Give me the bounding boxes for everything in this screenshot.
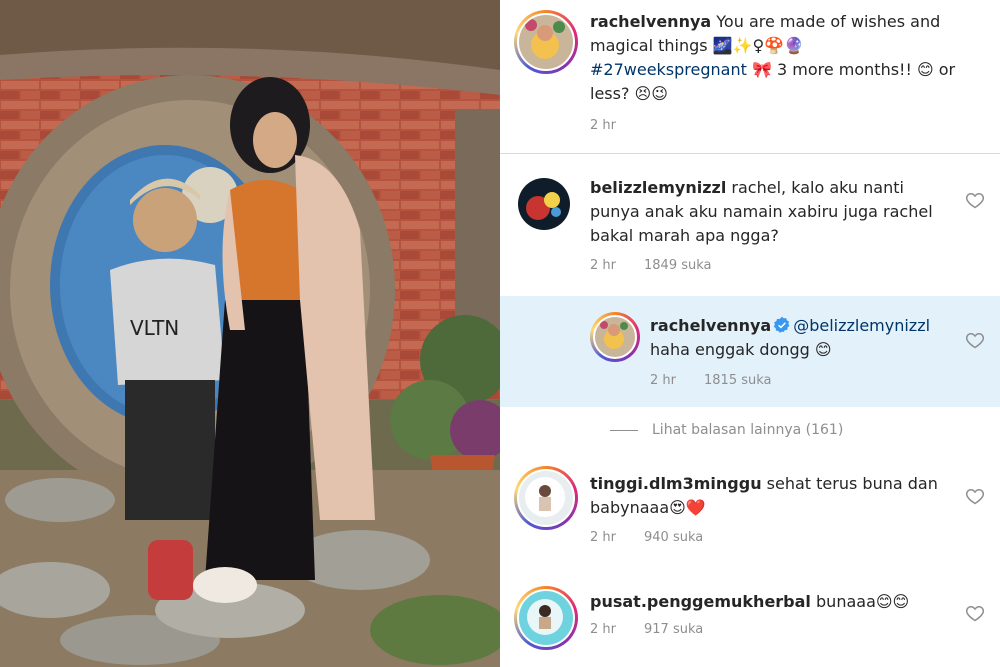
like-heart-icon[interactable] xyxy=(965,190,985,210)
caption-text-4: less? 😣😉 xyxy=(590,84,668,103)
avatar-image xyxy=(600,321,628,349)
post-caption: rachelvennya You are made of wishes and … xyxy=(590,10,980,106)
reply-text: haha enggak dongg 😊 xyxy=(650,340,832,359)
view-more-replies[interactable]: Lihat balasan lainnya (161) xyxy=(610,422,843,438)
view-more-label[interactable]: Lihat balasan lainnya (161) xyxy=(652,422,843,438)
comment-body: tinggi.dlm3minggu sehat terus buna dan b… xyxy=(590,472,975,520)
reply-meta: 2 hr 1815 suka xyxy=(650,373,800,388)
divider xyxy=(500,153,1000,154)
reply-mention[interactable]: @belizzlemynizzl xyxy=(793,316,930,335)
reply-body: rachelvennya @belizzlemynizzl haha enggak… xyxy=(650,314,970,362)
like-heart-icon[interactable] xyxy=(965,330,985,350)
comment-username[interactable]: belizzlemynizzl xyxy=(590,178,726,197)
author-avatar[interactable] xyxy=(514,10,578,74)
hashtag-link[interactable]: #27weekspregnant xyxy=(590,60,747,79)
comment-text: bakal marah apa ngga? xyxy=(590,226,779,245)
avatar-image xyxy=(525,19,565,59)
caption-time[interactable]: 2 hr xyxy=(590,118,616,133)
avatar-image xyxy=(525,477,565,517)
comment-time[interactable]: 2 hr xyxy=(590,258,616,273)
more-line xyxy=(610,429,638,431)
comment-avatar[interactable] xyxy=(514,586,578,650)
avatar-image xyxy=(526,192,561,220)
comment-body: pusat.penggemukherbal bunaaa😊😊 xyxy=(590,590,975,614)
comment-meta: 2 hr 917 suka xyxy=(590,622,731,637)
caption-username[interactable]: rachelvennya xyxy=(590,12,711,31)
caption-meta: 2 hr xyxy=(590,118,644,133)
comments-panel: rachelvennya You are made of wishes and … xyxy=(500,0,1000,667)
post-photo: VLTN xyxy=(0,0,500,667)
comment-text: babynaaa😍❤️ xyxy=(590,498,706,517)
like-heart-icon[interactable] xyxy=(965,486,985,506)
reply-time[interactable]: 2 hr xyxy=(650,373,676,388)
reply-likes[interactable]: 1815 suka xyxy=(704,373,772,388)
comment-username[interactable]: tinggi.dlm3minggu xyxy=(590,474,762,493)
comment-meta: 2 hr 1849 suka xyxy=(590,258,740,273)
comment-likes[interactable]: 917 suka xyxy=(644,622,703,637)
caption-text-3: 🎀 3 more months!! 😊 or xyxy=(751,60,956,79)
comment-time[interactable]: 2 hr xyxy=(590,622,616,637)
verified-badge-icon xyxy=(774,316,790,333)
comment-time[interactable]: 2 hr xyxy=(590,530,616,545)
reply-avatar[interactable] xyxy=(590,312,640,362)
comment-meta: 2 hr 940 suka xyxy=(590,530,731,545)
caption-text-1: You are made of wishes and xyxy=(716,12,941,31)
comment-text: bunaaa😊😊 xyxy=(816,592,910,611)
caption-text-2: magical things 🌌✨♀🍄🔮 xyxy=(590,36,805,55)
comment-body: belizzlemynizzl rachel, kalo aku nanti p… xyxy=(590,176,975,248)
comment-likes[interactable]: 1849 suka xyxy=(644,258,712,273)
comment-likes[interactable]: 940 suka xyxy=(644,530,703,545)
comment-text: sehat terus buna dan xyxy=(766,474,938,493)
photo-illustration: VLTN xyxy=(0,0,500,667)
reply-username[interactable]: rachelvennya xyxy=(650,316,771,335)
comment-text: rachel, kalo aku nanti xyxy=(731,178,904,197)
comment-text: punya anak aku namain xabiru juga rachel xyxy=(590,202,933,221)
comment-avatar[interactable] xyxy=(518,178,570,230)
comment-avatar[interactable] xyxy=(514,466,578,530)
like-heart-icon[interactable] xyxy=(965,603,985,623)
avatar-image xyxy=(527,599,563,635)
comment-username[interactable]: pusat.penggemukherbal xyxy=(590,592,811,611)
sweater-print: VLTN xyxy=(130,316,179,340)
